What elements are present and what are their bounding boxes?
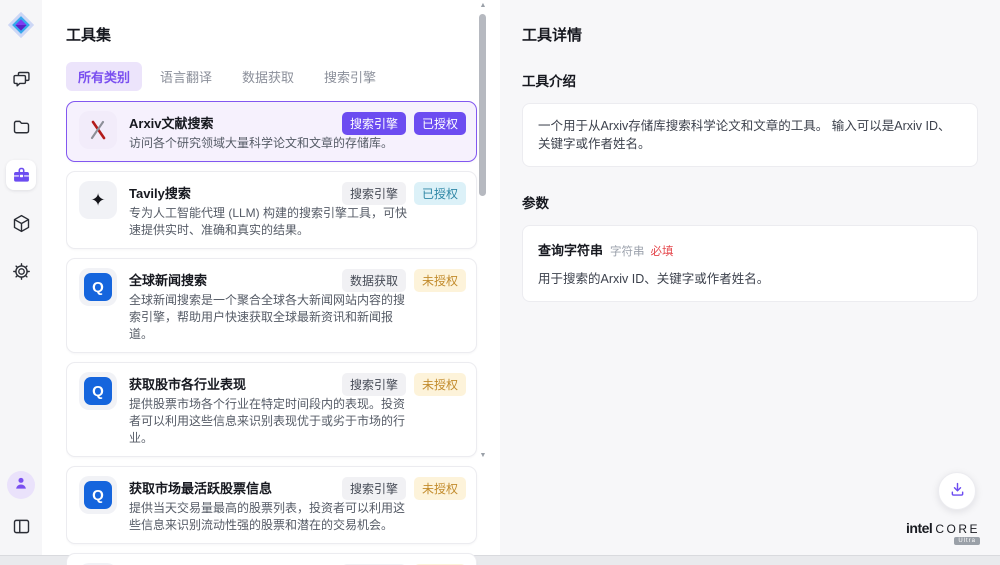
auth-status-badge: 未授权 xyxy=(414,269,466,292)
param-name: 查询字符串 xyxy=(538,240,603,259)
intro-text: 一个用于从Arxiv存储库搜索科学论文和文章的工具。 输入可以是Arxiv ID… xyxy=(538,117,962,153)
tab-all-categories[interactable]: 所有类别 xyxy=(66,62,142,91)
tool-badges: 搜索引擎 未授权 xyxy=(342,373,466,396)
category-badge: 搜索引擎 xyxy=(342,112,406,135)
tool-badges: 数据获取 未授权 xyxy=(342,269,466,292)
sidebar-item-tools[interactable] xyxy=(6,160,36,190)
scrollbar-thumb[interactable] xyxy=(479,14,486,196)
download-icon xyxy=(948,480,967,502)
toolbox-icon xyxy=(11,165,32,186)
user-icon xyxy=(12,474,30,497)
rail-bottom xyxy=(6,471,36,541)
tool-card-global-news[interactable]: Q 全球新闻搜索 全球新闻搜索是一个聚合全球各大新闻网站内容的搜索引擎，帮助用户… xyxy=(66,258,477,353)
category-tabs: 所有类别 语言翻译 数据获取 搜索引擎 xyxy=(66,62,500,91)
rail-nav xyxy=(6,64,36,286)
param-card: 查询字符串 字符串 必填 用于搜索的Arxiv ID、关键字或作者姓名。 xyxy=(522,225,978,302)
intel-brand-text: intel xyxy=(906,520,932,536)
sidebar-item-packages[interactable] xyxy=(6,208,36,238)
q-logo-icon: Q xyxy=(79,372,117,410)
tool-description: 访问各个研究领域大量科学论文和文章的存储库。 xyxy=(129,135,413,152)
category-badge: 搜索引擎 xyxy=(342,477,406,500)
tool-detail-panel: 工具详情 工具介绍 一个用于从Arxiv存储库搜索科学论文和文章的工具。 输入可… xyxy=(500,0,1000,555)
intel-core-logo: intel core Ultra xyxy=(906,520,980,545)
tool-description: 提供股票市场各个行业在特定时间段内的表现。投资者可以利用这些信息来识别表现优于或… xyxy=(129,396,413,447)
tool-description: 提供当天交易量最高的股票列表，投资者可以利用这些信息来识别流动性强的股票和潜在的… xyxy=(129,500,413,534)
intro-heading: 工具介绍 xyxy=(522,70,978,90)
tool-badges: 搜索引擎 未授权 xyxy=(342,477,466,500)
tools-list-panel: 工具集 所有类别 语言翻译 数据获取 搜索引擎 Arxiv文献搜索 访问各个研究… xyxy=(42,0,500,555)
sidebar-item-user[interactable] xyxy=(7,471,35,499)
tab-search-engine[interactable]: 搜索引擎 xyxy=(312,62,388,91)
tool-badges: 搜索引擎 已授权 xyxy=(342,112,466,135)
sidebar-rail xyxy=(0,0,42,555)
param-required-flag: 必填 xyxy=(651,243,674,259)
sidebar-item-collapse[interactable] xyxy=(6,511,36,541)
sidebar-item-chat[interactable] xyxy=(6,64,36,94)
panels-icon xyxy=(11,516,32,537)
app-window: 工具集 所有类别 语言翻译 数据获取 搜索引擎 Arxiv文献搜索 访问各个研究… xyxy=(0,0,1000,556)
scroll-up-icon[interactable]: ▲ xyxy=(479,2,487,10)
tool-card-stock-sectors[interactable]: Q 获取股市各行业表现 提供股票市场各个行业在特定时间段内的表现。投资者可以利用… xyxy=(66,362,477,457)
q-logo-icon: Q xyxy=(79,476,117,514)
intel-ultra-badge: Ultra xyxy=(954,537,980,545)
tab-language-translation[interactable]: 语言翻译 xyxy=(148,62,224,91)
params-heading: 参数 xyxy=(522,192,978,212)
q-logo-icon: Q xyxy=(79,268,117,306)
scroll-down-icon[interactable]: ▼ xyxy=(479,452,487,460)
tool-list: Arxiv文献搜索 访问各个研究领域大量科学论文和文章的存储库。 搜索引擎 已授… xyxy=(66,101,500,565)
sidebar-item-settings[interactable] xyxy=(6,256,36,286)
gear-icon xyxy=(11,261,32,282)
param-description: 用于搜索的Arxiv ID、关键字或作者姓名。 xyxy=(538,268,962,287)
tab-data-fetch[interactable]: 数据获取 xyxy=(230,62,306,91)
category-badge: 搜索引擎 xyxy=(342,182,406,205)
category-badge: 数据获取 xyxy=(342,269,406,292)
app-logo-icon[interactable] xyxy=(6,10,36,40)
detail-title: 工具详情 xyxy=(522,24,978,45)
tool-description: 专为人工智能代理 (LLM) 构建的搜索引擎工具，可快速提供实时、准确和真实的结… xyxy=(129,205,413,239)
page-title: 工具集 xyxy=(66,24,500,45)
sidebar-item-files[interactable] xyxy=(6,112,36,142)
arxiv-logo-icon xyxy=(79,111,117,149)
tool-card-tavily[interactable]: ✦ Tavily搜索 专为人工智能代理 (LLM) 构建的搜索引擎工具，可快速提… xyxy=(66,171,477,249)
download-button[interactable] xyxy=(938,472,976,510)
intel-product-text: core xyxy=(935,522,980,536)
intro-card: 一个用于从Arxiv存储库搜索科学论文和文章的工具。 输入可以是Arxiv ID… xyxy=(522,103,978,167)
folder-icon xyxy=(11,117,32,138)
list-scrollbar[interactable]: ▲ ▼ xyxy=(479,2,487,460)
tool-description: 全球新闻搜索是一个聚合全球各大新闻网站内容的搜索引擎，帮助用户快速获取全球最新资… xyxy=(129,292,413,343)
cube-icon xyxy=(11,213,32,234)
param-type: 字符串 xyxy=(610,243,645,259)
tool-card-arxiv[interactable]: Arxiv文献搜索 访问各个研究领域大量科学论文和文章的存储库。 搜索引擎 已授… xyxy=(66,101,477,162)
auth-status-badge: 未授权 xyxy=(414,373,466,396)
auth-status-badge: 已授权 xyxy=(414,112,466,135)
tool-card-regional-news[interactable]: 万维地区新闻查询 查询具体行政区划内的新闻，快速了解各地新闻动态。 搜索引擎 未… xyxy=(66,553,477,565)
tavily-logo-icon: ✦ xyxy=(79,181,117,219)
chat-icon xyxy=(11,69,32,90)
tool-card-active-stocks[interactable]: Q 获取市场最活跃股票信息 提供当天交易量最高的股票列表，投资者可以利用这些信息… xyxy=(66,466,477,544)
tool-badges: 搜索引擎 已授权 xyxy=(342,182,466,205)
auth-status-badge: 未授权 xyxy=(414,477,466,500)
category-badge: 搜索引擎 xyxy=(342,373,406,396)
auth-status-badge: 已授权 xyxy=(414,182,466,205)
